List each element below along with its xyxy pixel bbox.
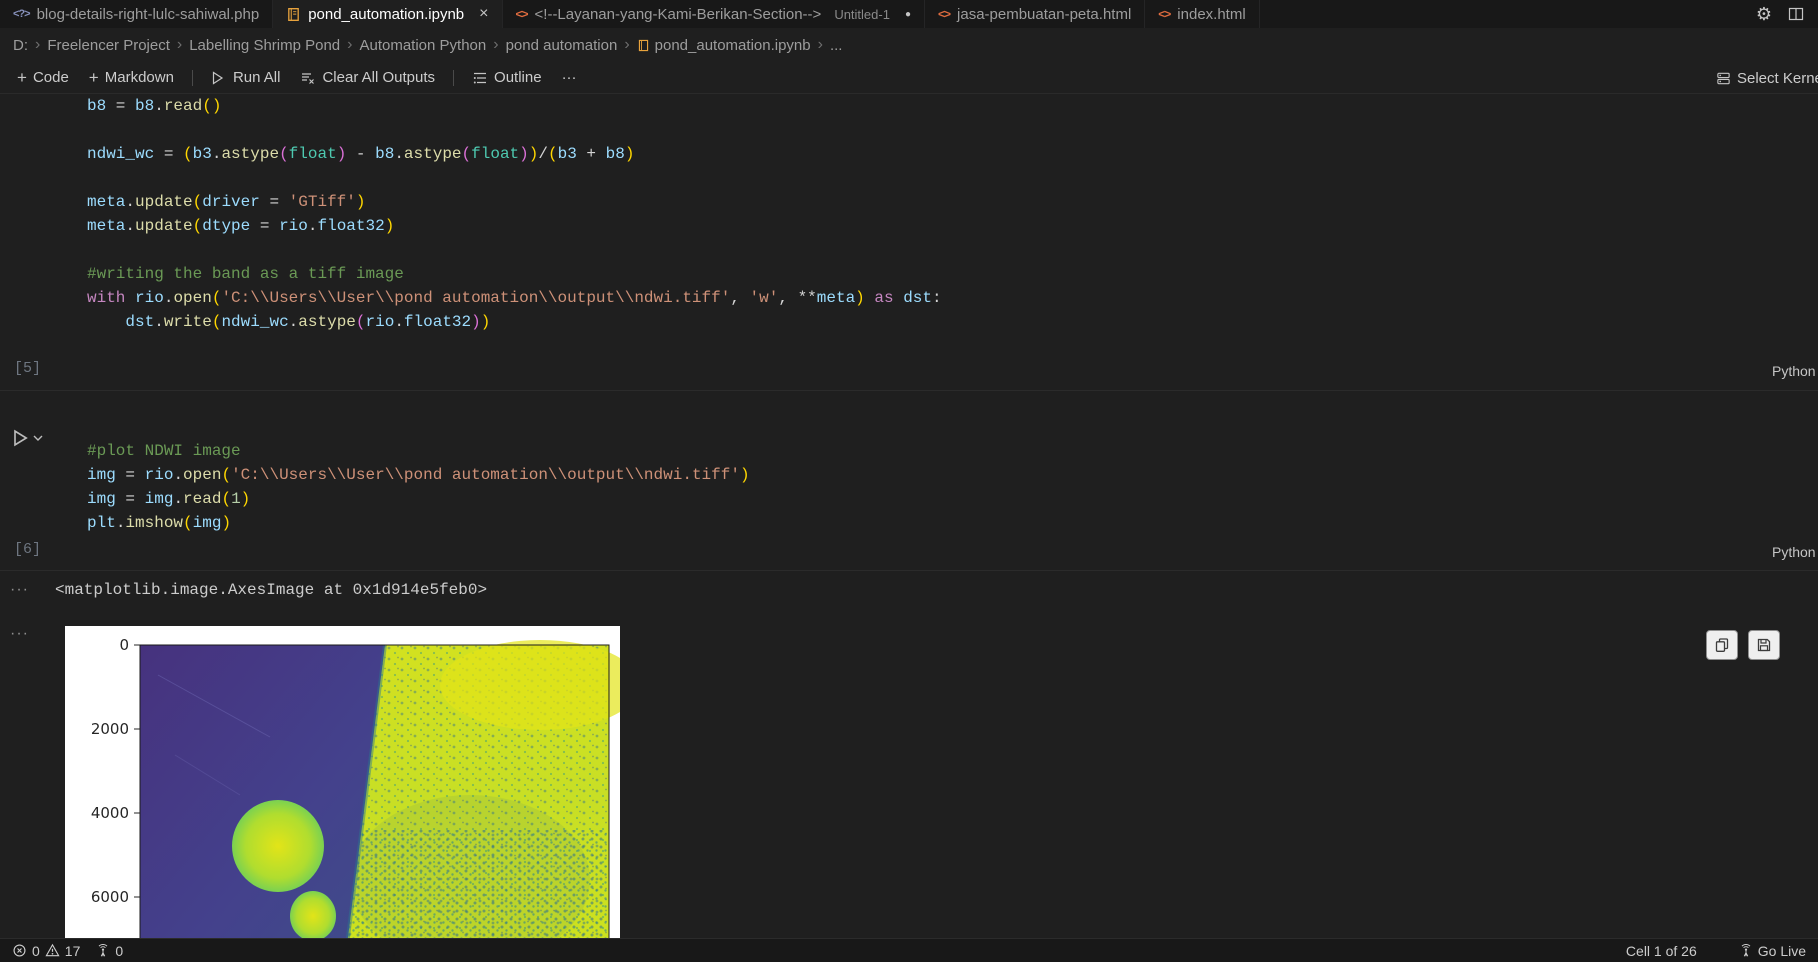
status-bar-right: Cell 1 of 26 Go Live [1626, 943, 1806, 959]
cell-divider [0, 570, 1818, 571]
go-live-button[interactable]: Go Live [1739, 943, 1806, 959]
html-file-icon: <> [516, 7, 528, 21]
editor-actions: ⚙ [1756, 0, 1818, 28]
outline-button[interactable]: Outline [463, 66, 551, 89]
notebook-file-icon [286, 7, 301, 22]
notebook-toolbar: + Code + Markdown Run All Clear All Outp… [0, 62, 1818, 94]
status-bar: 0 17 0 Cell 1 of 26 Go Live [0, 938, 1818, 962]
tab-blog-details-php[interactable]: <?> blog-details-right-lulc-sahiwal.php [0, 0, 273, 28]
chevron-right-icon: › [493, 36, 498, 54]
ports-indicator[interactable]: 0 [96, 943, 123, 959]
cell-language-picker[interactable]: Python [1772, 363, 1816, 379]
add-markdown-cell-button[interactable]: + Markdown [80, 66, 183, 89]
chevron-down-icon[interactable] [33, 434, 43, 442]
split-editor-icon[interactable] [1788, 6, 1804, 22]
tab-label: <!--Layanan-yang-Kami-Berikan-Section--> [535, 6, 822, 23]
html-file-icon: <> [938, 7, 950, 21]
cell-language-picker[interactable]: Python [1772, 544, 1816, 560]
gear-icon[interactable]: ⚙ [1756, 5, 1772, 23]
plus-icon: + [89, 69, 99, 86]
broadcast-icon [1739, 944, 1753, 958]
clear-all-outputs-button[interactable]: Clear All Outputs [291, 66, 444, 89]
copy-output-button[interactable] [1706, 630, 1738, 660]
breadcrumb-item-file[interactable]: pond_automation.ipynb [637, 37, 811, 54]
warning-count: 17 [65, 943, 81, 959]
error-icon [12, 943, 27, 958]
breadcrumb-item-pond-automation[interactable]: pond automation [506, 37, 618, 54]
cell-divider [0, 390, 1818, 391]
save-icon [1756, 637, 1772, 653]
select-kernel-button[interactable]: Select Kernel [1716, 62, 1818, 94]
notebook-file-icon [637, 39, 650, 52]
notebook-editor: b8 = b8.read()ndwi_wc = (b3.astype(float… [0, 94, 1818, 938]
y-tick-label: 6000 [91, 888, 129, 906]
plus-icon: + [17, 69, 27, 86]
outline-icon [472, 70, 488, 86]
play-icon [10, 428, 30, 448]
run-all-button[interactable]: Run All [202, 66, 290, 89]
ndwi-raster-image [140, 640, 620, 938]
kernel-icon [1716, 71, 1731, 86]
run-all-icon [211, 70, 227, 86]
vscode-window: <?> blog-details-right-lulc-sahiwal.php … [0, 0, 1818, 962]
output-menu-icon[interactable]: ··· [10, 622, 29, 646]
y-tick-label: 4000 [91, 804, 129, 822]
tab-label: blog-details-right-lulc-sahiwal.php [37, 6, 260, 23]
code-cell-2[interactable]: #plot NDWI imageimg = rio.open('C:\\User… [87, 439, 750, 535]
tab-untitled-1[interactable]: <> <!--Layanan-yang-Kami-Berikan-Section… [503, 0, 926, 28]
copy-icon [1714, 637, 1730, 653]
execution-count-cell-1: [5] [14, 360, 41, 377]
problems-indicator[interactable]: 0 17 [12, 943, 80, 959]
tab-pond-automation-ipynb[interactable]: pond_automation.ipynb × [273, 0, 502, 28]
y-tick-label: 0 [119, 636, 129, 654]
breadcrumb-item-automation-python[interactable]: Automation Python [359, 37, 486, 54]
plot-output-image: 0 2000 4000 6000 [65, 626, 620, 938]
status-bar-left: 0 17 0 [12, 943, 123, 959]
code-cell-1[interactable]: b8 = b8.read()ndwi_wc = (b3.astype(float… [87, 94, 942, 334]
php-file-icon: <?> [13, 8, 30, 20]
run-cell-button[interactable] [10, 428, 43, 448]
tab-index-html[interactable]: <> index.html [1145, 0, 1259, 28]
chevron-right-icon: › [177, 36, 182, 54]
chevron-right-icon: › [624, 36, 629, 54]
radio-tower-icon [96, 944, 110, 958]
breadcrumb: D: › Freelencer Project › Labelling Shri… [0, 28, 1818, 62]
tab-label: jasa-pembuatan-peta.html [957, 6, 1131, 23]
toolbar-separator [453, 70, 454, 86]
execution-count-cell-2: [6] [14, 541, 41, 558]
chevron-right-icon: › [347, 36, 352, 54]
close-icon[interactable]: × [479, 6, 488, 22]
output-text-repr: <matplotlib.image.AxesImage at 0x1d914e5… [55, 578, 487, 602]
output-menu-icon[interactable]: ··· [10, 578, 29, 602]
toolbar-separator [192, 70, 193, 86]
breadcrumb-item-overflow[interactable]: ... [830, 37, 843, 54]
tab-label: index.html [1177, 6, 1245, 23]
error-count: 0 [32, 943, 40, 959]
modified-dot-icon[interactable]: ● [905, 9, 911, 20]
breadcrumb-item-labelling-shrimp-pond[interactable]: Labelling Shrimp Pond [189, 37, 340, 54]
tab-description: Untitled-1 [834, 7, 890, 22]
chevron-right-icon: › [818, 36, 823, 54]
tab-bar: <?> blog-details-right-lulc-sahiwal.php … [0, 0, 1818, 28]
warning-icon [45, 943, 60, 958]
breadcrumb-item-freelencer-project[interactable]: Freelencer Project [47, 37, 170, 54]
y-tick-label: 2000 [91, 720, 129, 738]
add-code-cell-button[interactable]: + Code [8, 66, 78, 89]
html-file-icon: <> [1158, 7, 1170, 21]
more-actions-button[interactable]: ··· [553, 66, 586, 89]
tab-label: pond_automation.ipynb [308, 6, 464, 23]
save-output-button[interactable] [1748, 630, 1780, 660]
breadcrumb-item-drive[interactable]: D: [13, 37, 28, 54]
cell-position-indicator[interactable]: Cell 1 of 26 [1626, 943, 1697, 959]
clear-all-icon [300, 70, 316, 86]
tab-jasa-pembuatan-peta[interactable]: <> jasa-pembuatan-peta.html [925, 0, 1145, 28]
chevron-right-icon: › [35, 36, 40, 54]
ports-count: 0 [115, 943, 123, 959]
